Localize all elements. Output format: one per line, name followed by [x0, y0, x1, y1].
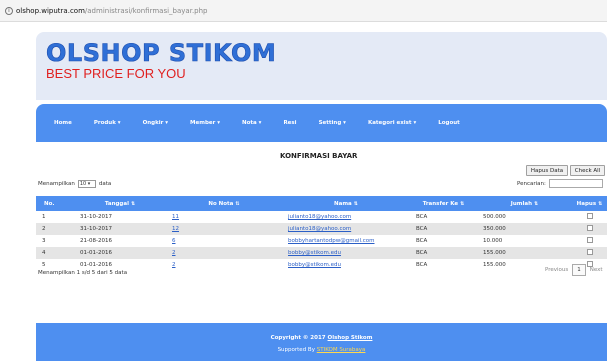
- row-delete-checkbox[interactable]: [586, 213, 593, 219]
- cell-no-nota-link[interactable]: 11: [166, 211, 282, 223]
- nav-ongkir[interactable]: Ongkir ▾: [143, 120, 168, 126]
- nav-resi[interactable]: Resi: [283, 120, 296, 126]
- row-delete-checkbox[interactable]: [586, 249, 593, 255]
- cell-no: 1: [42, 214, 46, 220]
- table-row: 2 31-10-2017 12 julianto18@yahoo.com BCA…: [36, 223, 607, 235]
- page-title: KONFIRMASI BAYAR: [280, 152, 358, 160]
- col-tanggal[interactable]: Tanggal ⇅: [74, 196, 166, 211]
- cell-jumlah: 10.000: [483, 238, 503, 244]
- cell-nama-link[interactable]: bobby@stikom.edu: [282, 259, 410, 271]
- konfirmasi-table: No. Tanggal ⇅ No Nota ⇅ Nama ⇅ Transfer Ke ⇅…: [36, 196, 607, 271]
- cell-no: 4: [42, 250, 46, 256]
- table-row: 1 31-10-2017 11 julianto18@yahoo.com BCA…: [36, 211, 607, 223]
- nav-home[interactable]: Home: [54, 120, 72, 126]
- site-logo-subtitle: BEST PRICE FOR YOU: [46, 66, 186, 81]
- table-row: 3 21-08-2016 6 bobbyhartantodpw@gmail.co…: [36, 235, 607, 247]
- col-no-nota[interactable]: No Nota ⇅: [166, 196, 282, 211]
- row-delete-checkbox[interactable]: [586, 237, 593, 243]
- supported-text: Supported By: [277, 347, 315, 353]
- nav-setting[interactable]: Setting ▾: [319, 120, 346, 126]
- cell-tanggal: 21-08-2016: [80, 238, 112, 244]
- cell-no-nota-link[interactable]: 6: [166, 235, 282, 247]
- pagination: Previous 1 Next: [545, 264, 603, 276]
- cell-transfer: BCA: [416, 214, 428, 220]
- check-all-button[interactable]: Check All: [570, 165, 605, 176]
- cell-no: 2: [42, 226, 46, 232]
- cell-transfer: BCA: [416, 250, 428, 256]
- hapus-data-button[interactable]: Hapus Data: [526, 165, 568, 176]
- cell-no: 3: [42, 238, 46, 244]
- nav-produk[interactable]: Produk ▾: [94, 120, 121, 126]
- page-footer: Copyright © 2017 Olshop Stikom Supported…: [36, 323, 607, 361]
- main-navigation: Home Produk ▾ Ongkir ▾ Member ▾ Nota ▾ R…: [36, 104, 607, 142]
- search-input[interactable]: [548, 179, 603, 188]
- cell-transfer: BCA: [416, 238, 428, 244]
- table-info: Menampilkan 1 s/d 5 dari 5 data: [38, 270, 128, 276]
- search-label: Pencarian:: [517, 180, 546, 187]
- col-no[interactable]: No.: [36, 196, 74, 211]
- cell-jumlah: 155.000: [483, 250, 506, 256]
- footer-supported: Supported By STIKOM Surabaya: [36, 347, 607, 353]
- pagination-previous[interactable]: Previous: [545, 267, 568, 273]
- cell-jumlah: 500.000: [483, 214, 506, 220]
- address-bar[interactable]: i olshop.wiputra.com/administrasi/konfir…: [0, 0, 607, 22]
- nav-nota[interactable]: Nota ▾: [242, 120, 261, 126]
- table-row: 4 01-01-2016 2 bobby@stikom.edu BCA 155.…: [36, 247, 607, 259]
- copyright-text: Copyright © 2017: [270, 335, 326, 341]
- cell-nama-link[interactable]: julianto18@yahoo.com: [282, 223, 410, 235]
- site-logo-title: OLSHOP STIKOM: [46, 39, 277, 68]
- info-icon[interactable]: i: [5, 6, 13, 15]
- nav-kategori[interactable]: Kategori exist ▾: [368, 120, 416, 126]
- search-control: Pencarian:: [517, 179, 603, 188]
- row-delete-checkbox[interactable]: [586, 225, 593, 231]
- cell-no-nota-link[interactable]: 2: [166, 259, 282, 271]
- url-path: /administrasi/konfirmasi_bayar.php: [84, 6, 208, 15]
- cell-tanggal: 31-10-2017: [80, 226, 112, 232]
- col-nama[interactable]: Nama ⇅: [282, 196, 410, 211]
- page-length-select[interactable]: 10 ▾: [77, 180, 96, 188]
- col-jumlah[interactable]: Jumlah ⇅: [477, 196, 572, 211]
- nav-member[interactable]: Member ▾: [190, 120, 220, 126]
- footer-copyright: Copyright © 2017 Olshop Stikom: [36, 335, 607, 341]
- cell-nama-link[interactable]: julianto18@yahoo.com: [282, 211, 410, 223]
- nav-logout[interactable]: Logout: [438, 120, 460, 126]
- url-host: olshop.wiputra.com: [16, 6, 85, 15]
- cell-no-nota-link[interactable]: 2: [166, 247, 282, 259]
- pagination-page-1[interactable]: 1: [572, 264, 586, 276]
- cell-tanggal: 01-01-2016: [80, 250, 112, 256]
- copyright-link[interactable]: Olshop Stikom: [328, 335, 373, 341]
- page-length-control: Menampilkan 10 ▾ data: [38, 180, 111, 188]
- col-transfer-ke[interactable]: Transfer Ke ⇅: [410, 196, 477, 211]
- cell-no-nota-link[interactable]: 12: [166, 223, 282, 235]
- cell-nama-link[interactable]: bobby@stikom.edu: [282, 247, 410, 259]
- cell-transfer: BCA: [416, 226, 428, 232]
- cell-jumlah: 350.000: [483, 226, 506, 232]
- cell-tanggal: 31-10-2017: [80, 214, 112, 220]
- col-hapus[interactable]: Hapus ⇅: [572, 196, 607, 211]
- cell-nama-link[interactable]: bobbyhartantodpw@gmail.com: [282, 235, 410, 247]
- table-header-row: No. Tanggal ⇅ No Nota ⇅ Nama ⇅ Transfer Ke ⇅…: [36, 196, 607, 211]
- cell-transfer: BCA: [416, 262, 428, 268]
- show-prefix: Menampilkan: [38, 181, 75, 187]
- show-suffix: data: [98, 181, 112, 187]
- pagination-next[interactable]: Next: [590, 267, 603, 273]
- supported-link[interactable]: STIKOM Surabaya: [317, 347, 366, 353]
